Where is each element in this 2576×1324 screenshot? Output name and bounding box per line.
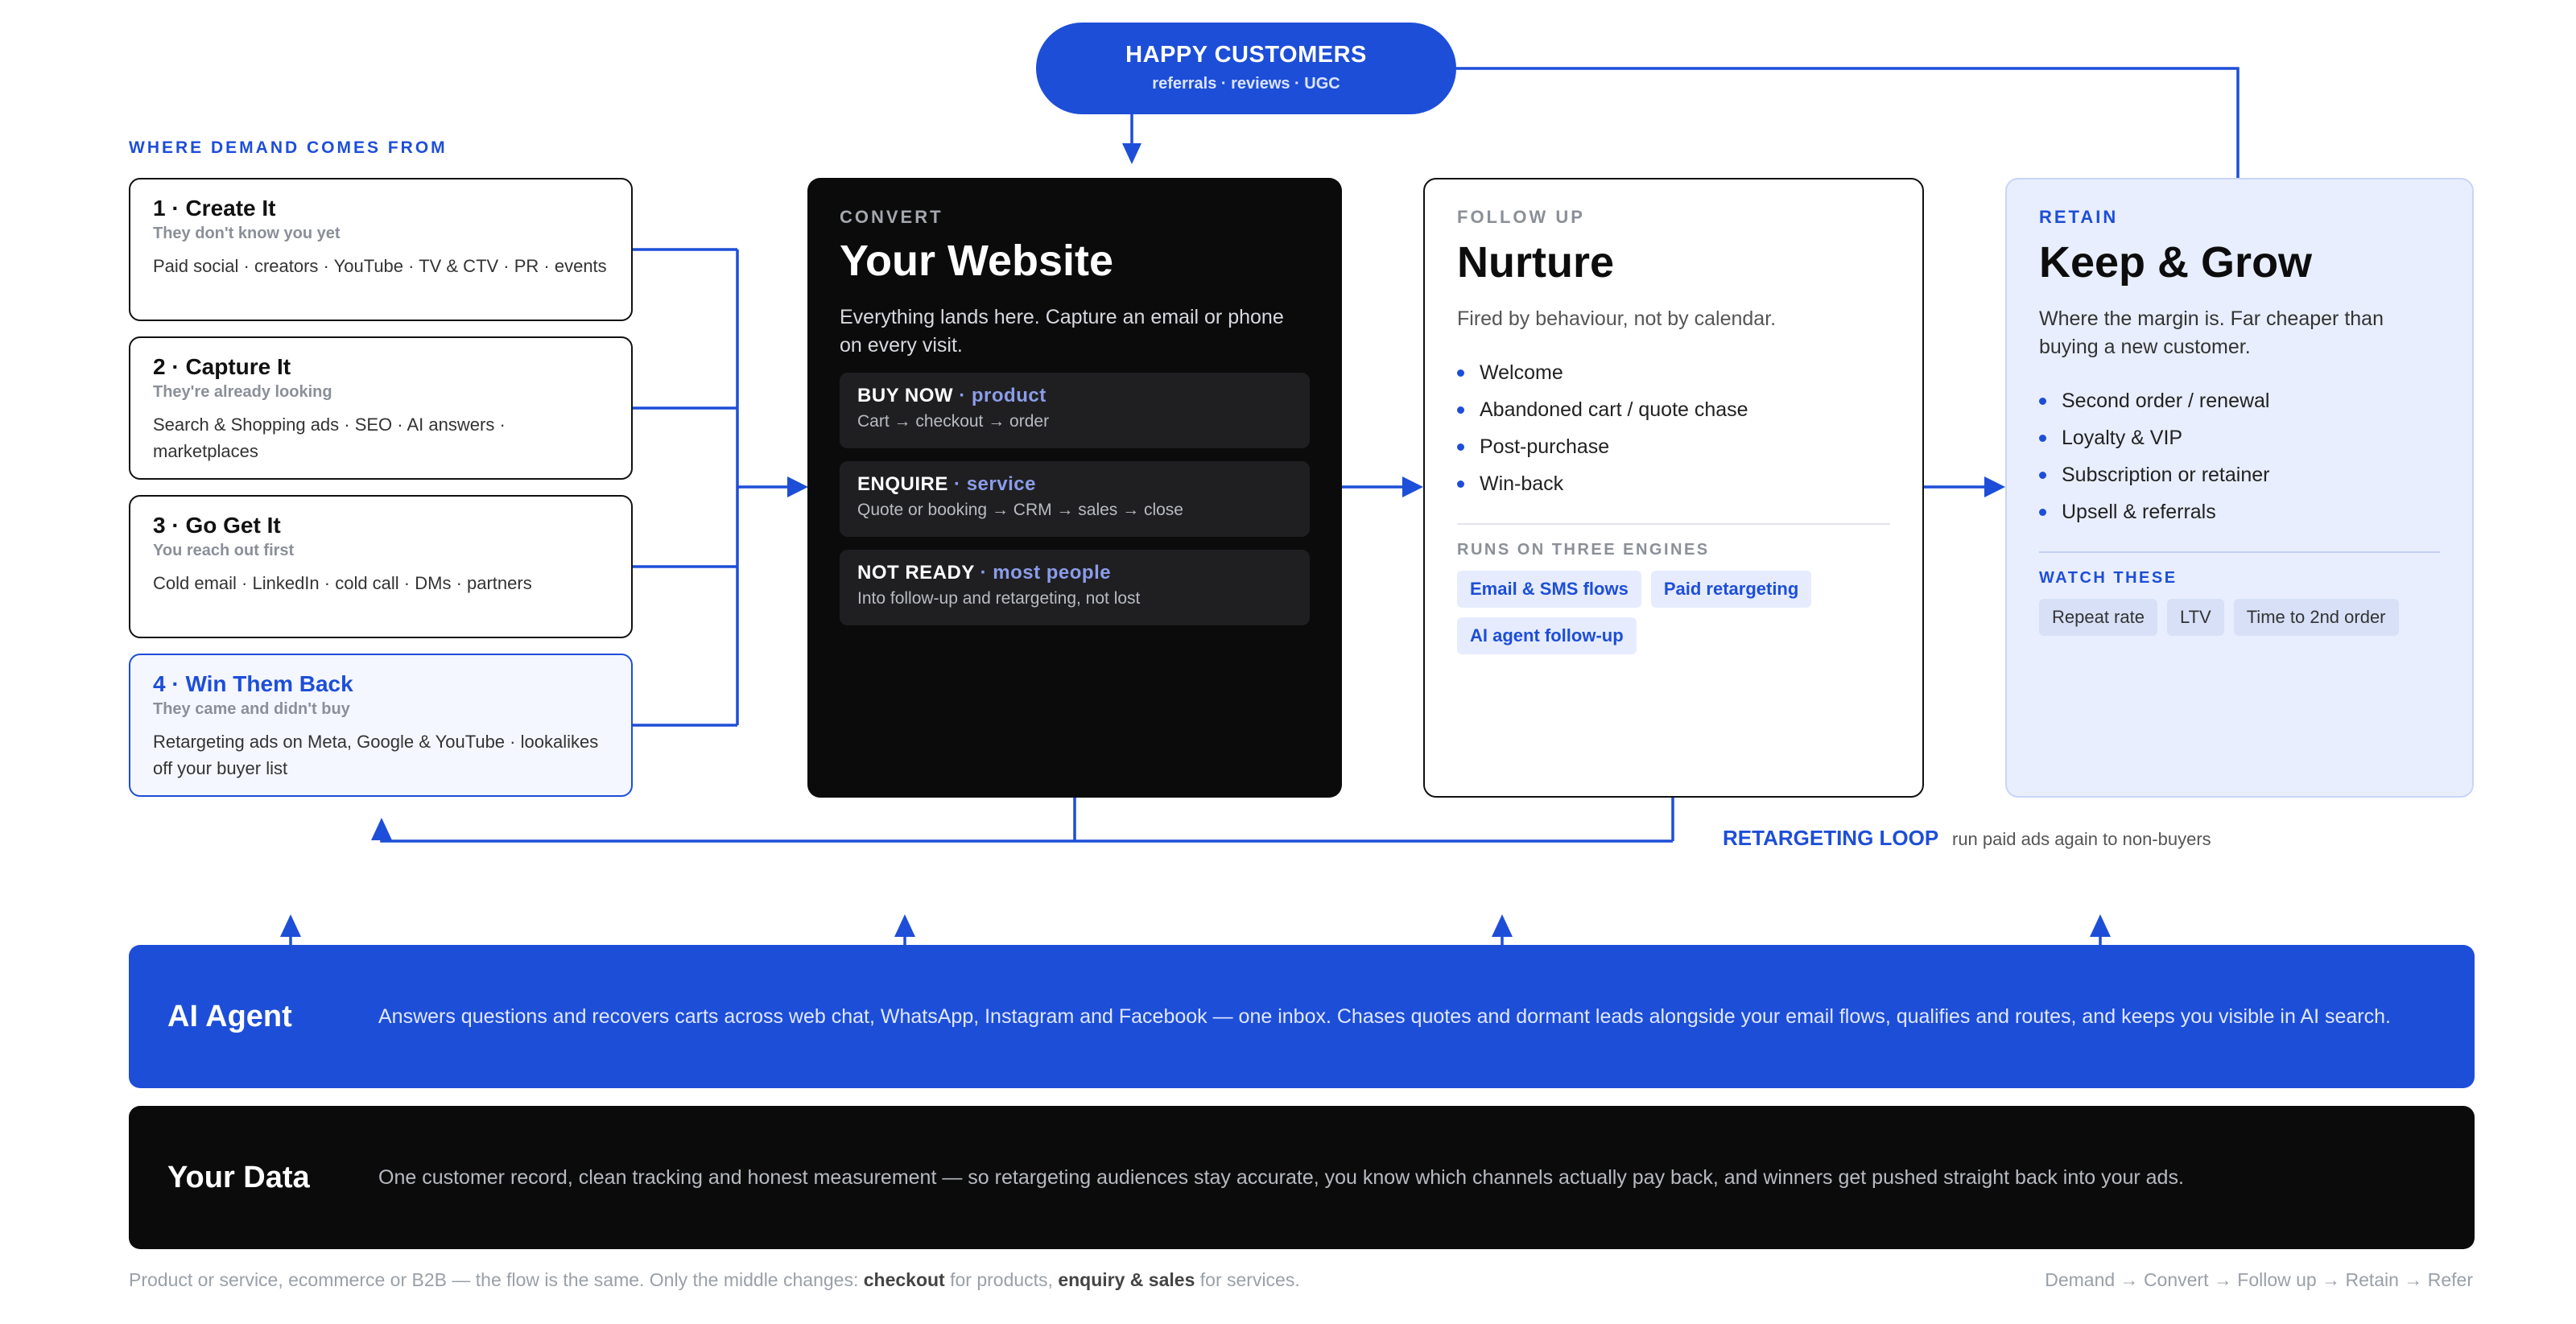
list-item: Abandoned cart / quote chase xyxy=(1457,391,1890,428)
list-item: Win-back xyxy=(1457,465,1890,502)
demand-card-sub: They don't know you yet xyxy=(153,225,341,242)
your-data-text: One customer record, clean tracking and … xyxy=(378,1166,2184,1189)
happy-customers-subtitle: referrals · reviews · UGC xyxy=(1152,75,1340,93)
demand-card-create: 1 · Create It They don't know you yet Pa… xyxy=(129,178,633,321)
footer-text: for services. xyxy=(1195,1269,1300,1290)
option-sep: · xyxy=(974,562,993,584)
retargeting-loop-desc: run paid ads again to non-buyers xyxy=(1952,829,2211,849)
engine-tag: AI agent follow-up xyxy=(1457,617,1637,654)
your-data-band: Your Data One customer record, clean tra… xyxy=(129,1106,2475,1249)
demand-card-body: Retargeting ads on Meta, Google & YouTub… xyxy=(153,732,599,778)
happy-customers-title: HAPPY CUSTOMERS xyxy=(1125,42,1367,68)
footer-text: Product or service, ecommerce or B2B — t… xyxy=(129,1269,864,1290)
footer-flow: Demand → Convert → Follow up → Retain → … xyxy=(2045,1269,2473,1290)
nurture-desc: Fired by behaviour, not by calendar. xyxy=(1457,307,1777,330)
metric-tag: Repeat rate xyxy=(2039,599,2157,636)
option-sep: · xyxy=(953,385,972,406)
list-item: Loyalty & VIP xyxy=(2039,419,2440,456)
retain-panel: RETAIN Keep & Grow Where the margin is. … xyxy=(2005,178,2474,798)
website-desc: Everything lands here. Capture an email … xyxy=(840,306,1284,357)
footer-text: for products, xyxy=(944,1269,1059,1290)
engines-tags: Email & SMS flows Paid retargeting AI ag… xyxy=(1457,571,1890,654)
demand-card-title: 3 · Go Get It xyxy=(153,513,281,538)
nurture-panel: FOLLOW UP Nurture Fired by behaviour, no… xyxy=(1423,178,1924,798)
your-data-name: Your Data xyxy=(167,1160,310,1194)
option-key: ENQUIRE xyxy=(857,473,948,495)
engines-label: RUNS ON THREE ENGINES xyxy=(1457,541,1710,559)
ai-agent-text: Answers questions and recovers carts acr… xyxy=(378,1005,2391,1028)
demand-card-sub: You reach out first xyxy=(153,542,295,559)
option-detail: Quote or booking → CRM → sales → close xyxy=(857,501,1183,519)
list-item: Upsell & referrals xyxy=(2039,493,2440,530)
nurture-title: Nurture xyxy=(1457,238,1615,287)
footer-bold: enquiry & sales xyxy=(1058,1269,1195,1290)
website-panel: CONVERT Your Website Everything lands he… xyxy=(807,178,1342,798)
demand-card-title: 1 · Create It xyxy=(153,196,276,221)
retain-desc: Where the margin is. Far cheaper than bu… xyxy=(2039,307,2384,358)
list-item: Welcome xyxy=(1457,354,1890,391)
option-detail: Into follow-up and retargeting, not lost xyxy=(857,589,1141,608)
demand-card-title: 4 · Win Them Back xyxy=(153,671,353,696)
demand-card-go-get: 3 · Go Get It You reach out first Cold e… xyxy=(129,495,633,638)
retain-title: Keep & Grow xyxy=(2039,238,2313,287)
divider xyxy=(1457,523,1890,525)
option-enquire: ENQUIRE · service Quote or booking → CRM… xyxy=(840,461,1310,537)
option-accent: product xyxy=(971,385,1046,406)
option-sep: · xyxy=(947,473,967,495)
option-accent: most people xyxy=(993,562,1112,584)
nurture-list: Welcome Abandoned cart / quote chase Pos… xyxy=(1457,354,1890,502)
retargeting-loop-label: RETARGETING LOOP xyxy=(1723,826,1939,850)
option-not-ready: NOT READY · most people Into follow-up a… xyxy=(840,550,1310,625)
retain-list: Second order / renewal Loyalty & VIP Sub… xyxy=(2039,382,2440,530)
demand-card-title: 2 · Capture It xyxy=(153,354,291,379)
demand-card-win-back: 4 · Win Them Back They came and didn't b… xyxy=(129,654,633,797)
option-detail: Cart → checkout → order xyxy=(857,412,1050,431)
metric-tag: Time to 2nd order xyxy=(2233,599,2399,636)
divider xyxy=(2039,551,2440,553)
watch-label: WATCH THESE xyxy=(2039,569,2178,587)
option-key: NOT READY xyxy=(857,562,975,584)
demand-card-body: Cold email · LinkedIn · cold call · DMs … xyxy=(153,573,532,593)
retargeting-loop-line xyxy=(380,798,1674,843)
retain-eyebrow: RETAIN xyxy=(2039,207,2119,227)
website-eyebrow: CONVERT xyxy=(840,207,943,227)
demand-card-body: Search & Shopping ads · SEO · AI answers… xyxy=(153,415,506,461)
engine-tag: Paid retargeting xyxy=(1650,571,1812,608)
demand-bracket xyxy=(633,248,739,727)
demand-card-sub: They're already looking xyxy=(153,383,332,401)
option-accent: service xyxy=(966,473,1036,495)
ai-agent-name: AI Agent xyxy=(167,999,292,1033)
website-title: Your Website xyxy=(840,237,1114,285)
line-retain-to-pill xyxy=(1456,67,2240,178)
option-key: BUY NOW xyxy=(857,385,954,406)
option-buy-now: BUY NOW · product Cart → checkout → orde… xyxy=(840,373,1310,448)
happy-customers-pill: HAPPY CUSTOMERS referrals · reviews · UG… xyxy=(1036,23,1456,114)
list-item: Post-purchase xyxy=(1457,428,1890,465)
demand-card-capture: 2 · Capture It They're already looking S… xyxy=(129,336,633,480)
watch-tags: Repeat rate LTV Time to 2nd order xyxy=(2039,599,2440,636)
demand-card-sub: They came and didn't buy xyxy=(153,700,350,718)
engine-tag: Email & SMS flows xyxy=(1457,571,1641,608)
nurture-eyebrow: FOLLOW UP xyxy=(1457,207,1585,227)
list-item: Subscription or retainer xyxy=(2039,456,2440,493)
demand-card-body: Paid social · creators · YouTube · TV & … xyxy=(153,256,607,276)
footer-bold: checkout xyxy=(863,1269,945,1290)
demand-heading: WHERE DEMAND COMES FROM xyxy=(129,138,448,157)
footer-note: Product or service, ecommerce or B2B — t… xyxy=(129,1269,1300,1291)
metric-tag: LTV xyxy=(2166,599,2224,636)
list-item: Second order / renewal xyxy=(2039,382,2440,419)
ai-agent-band: AI Agent Answers questions and recovers … xyxy=(129,945,2475,1088)
